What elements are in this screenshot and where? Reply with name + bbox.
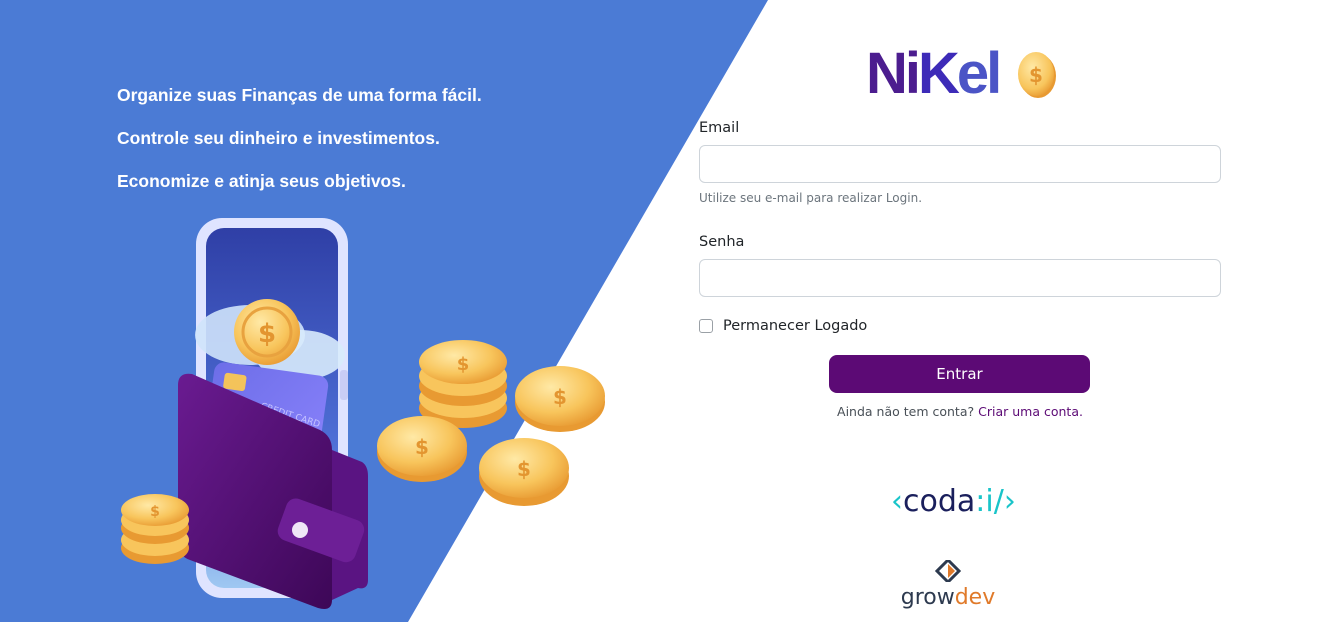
coda-logo: ‹coda:i/› xyxy=(891,484,1016,519)
svg-text:$: $ xyxy=(553,385,567,409)
coin-stack-right: $ xyxy=(419,340,507,428)
brand-name: NiKel xyxy=(866,41,1002,106)
coin-loose-3: $ xyxy=(479,438,569,506)
growdev-icon xyxy=(934,557,962,585)
remember-checkbox[interactable] xyxy=(699,319,713,333)
brand-logo: NiKel $ xyxy=(866,41,1056,106)
svg-text:$: $ xyxy=(457,354,470,375)
coin-icon: $ xyxy=(1018,52,1056,98)
login-button[interactable]: Entrar xyxy=(829,355,1090,393)
coin-icon: $ xyxy=(234,299,300,365)
email-help-text: Utilize seu e-mail para realizar Login. xyxy=(699,191,923,205)
svg-text:$: $ xyxy=(150,504,160,520)
email-label: Email xyxy=(699,120,740,136)
password-label: Senha xyxy=(699,234,745,250)
svg-text:$: $ xyxy=(415,435,429,459)
svg-text:$: $ xyxy=(1029,63,1043,87)
remember-row: Permanecer Logado xyxy=(699,318,867,334)
email-field[interactable] xyxy=(699,145,1221,183)
login-form: Email Utilize seu e-mail para realizar L… xyxy=(699,120,1221,419)
svg-text:$: $ xyxy=(517,457,531,481)
growdev-logo: growdev xyxy=(898,557,998,610)
coin-loose-2: $ xyxy=(377,416,467,482)
signup-prefix: Ainda não tem conta? xyxy=(837,404,975,419)
hero-line-2: Controle seu dinheiro e investimentos. xyxy=(117,128,440,148)
hero-line-3: Economize e atinja seus objetivos. xyxy=(117,171,406,191)
hero-taglines: Organize suas Finanças de uma forma fáci… xyxy=(117,85,482,214)
coin-loose-1: $ xyxy=(515,366,605,432)
remember-label[interactable]: Permanecer Logado xyxy=(723,318,867,334)
hero-line-1: Organize suas Finanças de uma forma fáci… xyxy=(117,85,482,105)
password-field[interactable] xyxy=(699,259,1221,297)
svg-text:$: $ xyxy=(258,319,276,349)
growdev-wordmark: growdev xyxy=(900,585,996,610)
signup-prompt: Ainda não tem conta? Criar uma conta. xyxy=(699,404,1221,419)
create-account-link[interactable]: Criar uma conta. xyxy=(978,404,1083,419)
coin-stack-left: $ xyxy=(121,494,189,564)
